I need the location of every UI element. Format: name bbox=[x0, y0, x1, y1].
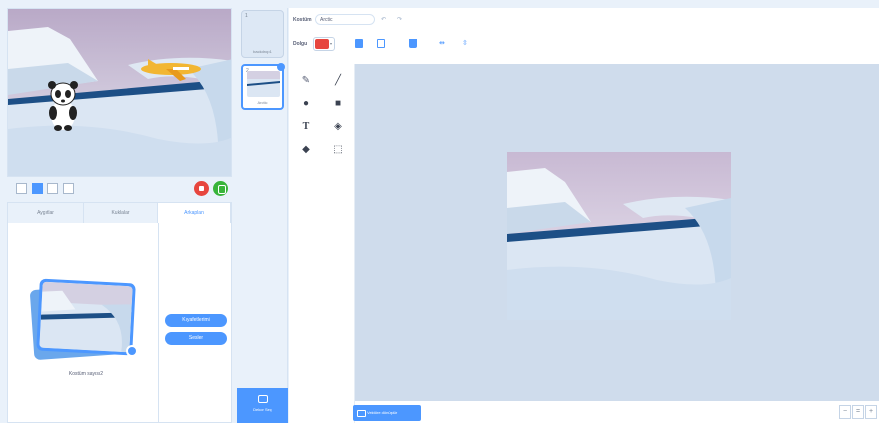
fill-color-chip bbox=[315, 39, 329, 49]
delete-costume-icon[interactable] bbox=[277, 63, 285, 71]
costume-list: 1 backdrop1 2 Arctic bbox=[237, 8, 288, 423]
arctic-canvas-image bbox=[507, 152, 731, 320]
costumes-button[interactable]: Kıyafetlerimi bbox=[165, 314, 227, 327]
redo-icon[interactable]: ↷ bbox=[397, 16, 402, 23]
choose-backdrop-label: Dekor Seç bbox=[253, 407, 272, 412]
backdrop-thumbnail bbox=[39, 281, 133, 353]
select-icon[interactable]: ⬚ bbox=[331, 143, 345, 157]
zoom-in-icon[interactable]: + bbox=[865, 405, 877, 419]
fill-color-picker[interactable]: ▾ bbox=[313, 37, 335, 51]
fullscreen-icon[interactable] bbox=[16, 183, 27, 194]
eraser-icon[interactable]: ◆ bbox=[299, 143, 313, 157]
paint-editor: Kostüm ↶ ↷ Dolgu ▾ ⇹ ⇳ ✎ ╱ ● ■ T ◈ ◆ ⬚ bbox=[289, 8, 879, 423]
zoom-reset-icon[interactable]: = bbox=[852, 405, 864, 419]
tab-backdrops[interactable]: Arkaplan bbox=[158, 203, 231, 223]
rectangle-icon[interactable]: ■ bbox=[331, 97, 345, 111]
card-frame bbox=[36, 278, 136, 356]
sounds-button[interactable]: Sesler bbox=[165, 332, 227, 345]
costume-thumbnail bbox=[247, 71, 280, 97]
backdrop-label: Kostüm sayısı2 bbox=[68, 371, 104, 377]
costume-name-input[interactable] bbox=[315, 14, 375, 25]
arctic-thumbnail-image bbox=[39, 281, 133, 353]
tool-palette: ✎ ╱ ● ■ T ◈ ◆ ⬚ bbox=[289, 64, 355, 423]
trash-icon[interactable] bbox=[409, 39, 417, 48]
circle-icon[interactable]: ● bbox=[299, 97, 313, 111]
text-icon[interactable]: T bbox=[299, 120, 313, 134]
convert-to-vector-button[interactable]: Vektöre dönüştür bbox=[353, 405, 421, 421]
paint-canvas-area[interactable] bbox=[355, 64, 879, 401]
zoom-out-icon[interactable]: − bbox=[839, 405, 851, 419]
stage-toolbar bbox=[7, 180, 232, 198]
small-stage-icon[interactable] bbox=[32, 183, 43, 194]
tab-sprites[interactable]: Kuklalar bbox=[84, 203, 158, 223]
add-backdrop-icon[interactable] bbox=[126, 345, 138, 357]
backdrop-action-column: Kıyafetlerimi Sesler bbox=[158, 223, 232, 423]
large-stage-icon[interactable] bbox=[63, 183, 74, 194]
brush-icon[interactable]: ✎ bbox=[299, 74, 313, 88]
fill-label: Dolgu bbox=[293, 41, 308, 47]
stage-backdrop-arctic bbox=[8, 9, 231, 176]
paste-icon[interactable] bbox=[377, 39, 385, 48]
flip-vertical-icon[interactable]: ⇳ bbox=[462, 39, 468, 47]
flip-horizontal-icon[interactable]: ⇹ bbox=[439, 39, 445, 47]
arctic-mini-image bbox=[247, 71, 280, 97]
chevron-down-icon: ▾ bbox=[329, 41, 332, 46]
normal-stage-icon[interactable] bbox=[47, 183, 58, 194]
editor-topbar: Kostüm ↶ ↷ Dolgu ▾ ⇹ ⇳ bbox=[289, 8, 879, 64]
backdrop-thumbnail-card[interactable] bbox=[29, 278, 136, 361]
costume-number: 1 bbox=[245, 13, 248, 19]
tab-devices[interactable]: Aygıtlar bbox=[8, 203, 84, 223]
undo-icon[interactable]: ↶ bbox=[381, 16, 386, 23]
copy-icon[interactable] bbox=[355, 39, 363, 48]
costume-name-label: Kostüm bbox=[293, 17, 312, 23]
line-icon[interactable]: ╱ bbox=[331, 74, 345, 88]
choose-backdrop-button[interactable]: Dekor Seç bbox=[237, 388, 288, 423]
target-pane: Aygıtlar Kuklalar Arkaplan Kostüm sayısı… bbox=[7, 202, 232, 423]
stage[interactable] bbox=[7, 8, 232, 177]
costume-name: backdrop1 bbox=[253, 49, 272, 54]
costume-name: Arctic bbox=[257, 100, 268, 105]
backdrop-icon bbox=[257, 395, 268, 403]
fill-icon[interactable]: ◈ bbox=[331, 120, 345, 134]
green-flag-icon[interactable] bbox=[213, 181, 228, 196]
stop-icon[interactable] bbox=[194, 181, 209, 196]
canvas-backdrop-image[interactable] bbox=[507, 152, 731, 320]
costume-item[interactable]: 1 backdrop1 bbox=[241, 10, 284, 58]
costume-item-selected[interactable]: 2 Arctic bbox=[241, 63, 285, 110]
